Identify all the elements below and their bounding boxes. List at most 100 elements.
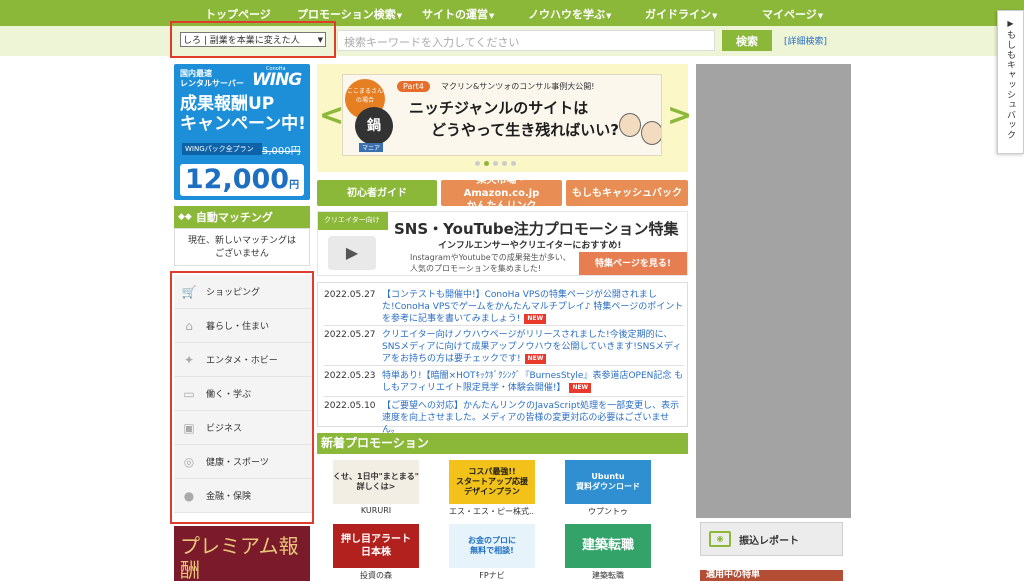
nav-know-how[interactable]: ノウハウを学ぶ▼ <box>528 6 611 22</box>
news-date: 2022.05.27 <box>324 290 376 300</box>
slide-part-tag: Part4 <box>397 81 430 92</box>
nav-label: ノウハウを学ぶ <box>528 8 605 21</box>
category-living[interactable]: ⌂ 暮らし・住まい <box>174 309 312 343</box>
sns-subtitle: インフルエンサーやクリエイターにおすすめ! <box>438 241 622 251</box>
premium-reward-banner[interactable]: プレミアム報酬 <box>174 526 310 581</box>
chevron-right-icon[interactable]: > <box>667 98 692 133</box>
carousel-dot[interactable] <box>493 161 498 166</box>
promo-image: 押し目アラート 日本株 <box>333 524 419 568</box>
auto-matching-header: ◆◆ 自動マッチング <box>174 206 310 228</box>
category-business[interactable]: ▣ ビジネス <box>174 411 312 445</box>
pot-sub-label: マニア <box>359 143 384 152</box>
news-link[interactable]: 特単あり!【暗闇×HOTｷｯｸﾎﾞｸｼﾝｸﾞ『BurnesStyle』表参道店O… <box>382 370 686 394</box>
promo-label: KURURI <box>360 506 392 515</box>
chevron-left-icon[interactable]: < <box>319 98 344 133</box>
category-work-learn[interactable]: ▭ 働く・学ぶ <box>174 377 312 411</box>
transfer-report-button[interactable]: ◉ 振込レポート <box>700 522 843 556</box>
news-link[interactable]: 【ご要望への対応】かんたんリンクのJavaScript処理を一部変更し、表示速度… <box>382 400 686 436</box>
news-date: 2022.05.27 <box>324 330 376 340</box>
wing-brand: WING <box>252 70 302 90</box>
category-entertainment[interactable]: ✦ エンタメ・ホビー <box>174 343 312 377</box>
promo-card[interactable]: くせ、1日中"まとまる" 詳しくは> KURURI <box>333 460 419 515</box>
category-label: 暮らし・住まい <box>206 322 270 332</box>
transfer-report-label: 振込レポート <box>739 535 799 547</box>
search-button[interactable]: 検索 <box>722 30 772 51</box>
category-label: エンタメ・ホビー <box>206 356 278 366</box>
nav-top-page[interactable]: トップページ <box>205 6 271 22</box>
promo-label: エス・エス・ピー株式... <box>449 507 535 516</box>
carousel-dot[interactable] <box>511 161 516 166</box>
category-shopping[interactable]: 🛒 ショッピング <box>174 275 312 309</box>
sns-cta-button[interactable]: 特集ページを見る! <box>579 252 687 275</box>
person-illustration-icon <box>641 121 661 145</box>
promo-image: お金のプロに 無料で相談! <box>449 524 535 568</box>
nav-promotion-search[interactable]: プロモーション検索▼ <box>297 6 402 22</box>
category-label: 健康・スポーツ <box>206 458 269 468</box>
category-list: 🛒 ショッピング ⌂ 暮らし・住まい ✦ エンタメ・ホビー ▭ 働く・学ぶ ▣ ビジネス … <box>174 275 312 520</box>
nav-label: プロモーション検索 <box>297 8 396 21</box>
nav-guideline[interactable]: ガイドライン▼ <box>645 6 717 22</box>
promo-card[interactable]: 建築転職 建築転職 <box>565 524 651 581</box>
sns-youtube-banner[interactable]: クリエイター向け ▶ SNS・YouTube注力プロモーション特集 インフルエン… <box>317 211 688 276</box>
special-rate-header: 適用中の特単 <box>700 570 843 581</box>
house-icon: ⌂ <box>185 318 193 333</box>
cashback-button[interactable]: もしもキャッシュバック <box>566 180 688 206</box>
nav-site-operation[interactable]: サイトの運営▼ <box>422 6 494 22</box>
carousel-slide[interactable]: ここまるさんの場合 鍋 マニア Part4 マクリン&サンツォのコンサル事例大公… <box>342 74 662 156</box>
conoha-wing-banner[interactable]: 国内最速 レンタルサーバー ConoHa WING 成果報酬UP キャンペーン中! … <box>174 64 310 200</box>
advanced-search-link[interactable]: [詳細検索] <box>784 34 827 47</box>
carousel-dot[interactable] <box>502 161 507 166</box>
caret-down-icon: ▼ <box>396 12 403 20</box>
caret-down-icon: ▼ <box>712 12 718 20</box>
slide-title-line1: ニッチジャンルのサイトは <box>409 99 589 117</box>
easy-link-button[interactable]: 楽天市場・Amazon.co.jp かんたんリンク <box>441 175 562 212</box>
promo-image: Ubuntu 資料ダウンロード <box>565 460 651 504</box>
top-nav: トップページ プロモーション検索▼ サイトの運営▼ ノウハウを学ぶ▼ ガイドライ… <box>0 0 1024 26</box>
promo-card[interactable]: コスパ最強!! スタートアップ応援 デザインプラン エス・エス・ピー株式... <box>449 460 535 517</box>
beginner-guide-button[interactable]: 初心者ガイド <box>317 180 437 206</box>
person-illustration-icon <box>619 113 641 137</box>
divider <box>324 365 684 366</box>
auto-matching-title: 自動マッチング <box>195 211 273 224</box>
news-date: 2022.05.23 <box>324 371 376 381</box>
site-select-value: しろ | 副業を本業に変えた人 <box>183 36 300 46</box>
nav-mypage[interactable]: マイページ▼ <box>762 6 823 22</box>
sns-desc-line2: 人気のプロモーションを集めました! <box>410 264 542 273</box>
promo-card[interactable]: 押し目アラート 日本株 投資の森 <box>333 524 419 581</box>
news-link[interactable]: クリエイター向けノウハウページがリリースされました!今後定期的に、SNSメディア… <box>382 329 686 365</box>
news-list: 2022.05.27 【コンテストも開催中!】ConoHa VPSの特集ページが… <box>317 282 688 435</box>
promo-card[interactable]: Ubuntu 資料ダウンロード ウプントゥ <box>565 460 651 517</box>
cart-icon: 🛒 <box>181 284 197 299</box>
site-select[interactable]: しろ | 副業を本業に変えた人 ▼ <box>180 32 326 47</box>
sns-tag: クリエイター向け <box>318 212 388 230</box>
category-finance[interactable]: ● 金融・保険 <box>174 479 312 513</box>
briefcase-icon: ▣ <box>183 420 195 435</box>
camera-icon: ▶ <box>328 236 376 270</box>
pin-icon: ◎ <box>183 454 195 469</box>
caret-down-icon: ▼ <box>489 12 495 20</box>
promo-card[interactable]: お金のプロに 無料で相談! FPナビ <box>449 524 535 581</box>
button-label: 楽天市場・Amazon.co.jp <box>463 174 540 199</box>
wing-price: 12,000円 <box>180 164 304 196</box>
search-placeholder: 検索キーワードを入力してください <box>344 36 520 49</box>
nav-label: トップページ <box>205 8 271 21</box>
chevron-down-icon: ▼ <box>317 35 323 44</box>
promo-image: くせ、1日中"まとまる" 詳しくは> <box>333 460 419 504</box>
category-label: 働く・学ぶ <box>206 390 252 400</box>
side-tab-label: もしもキャッシュバック <box>1005 30 1015 140</box>
category-health[interactable]: ◎ 健康・スポーツ <box>174 445 312 479</box>
keyword-search-input[interactable]: 検索キーワードを入力してください <box>337 30 715 51</box>
desk-icon: ▭ <box>183 386 195 401</box>
carousel-dot[interactable] <box>475 161 480 166</box>
wing-plan: WINGパック全プラン <box>182 143 262 155</box>
divider <box>324 396 684 397</box>
sns-desc-line1: InstagramやYoutubeでの成果発生が多い、 <box>410 253 571 262</box>
carousel-dots <box>475 161 516 166</box>
auto-matching-body: 現在、新しいマッチングは ございません <box>174 228 310 266</box>
carousel-dot-active[interactable] <box>484 161 489 166</box>
cashback-side-tab[interactable]: ▶ もしもキャッシュバック <box>997 10 1024 154</box>
triangle-right-icon: ▶ <box>1007 19 1014 28</box>
divider <box>324 325 684 326</box>
news-link[interactable]: 【コンテストも開催中!】ConoHa VPSの特集ページが公開されました!Con… <box>382 289 686 325</box>
caret-down-icon: ▼ <box>606 12 612 20</box>
